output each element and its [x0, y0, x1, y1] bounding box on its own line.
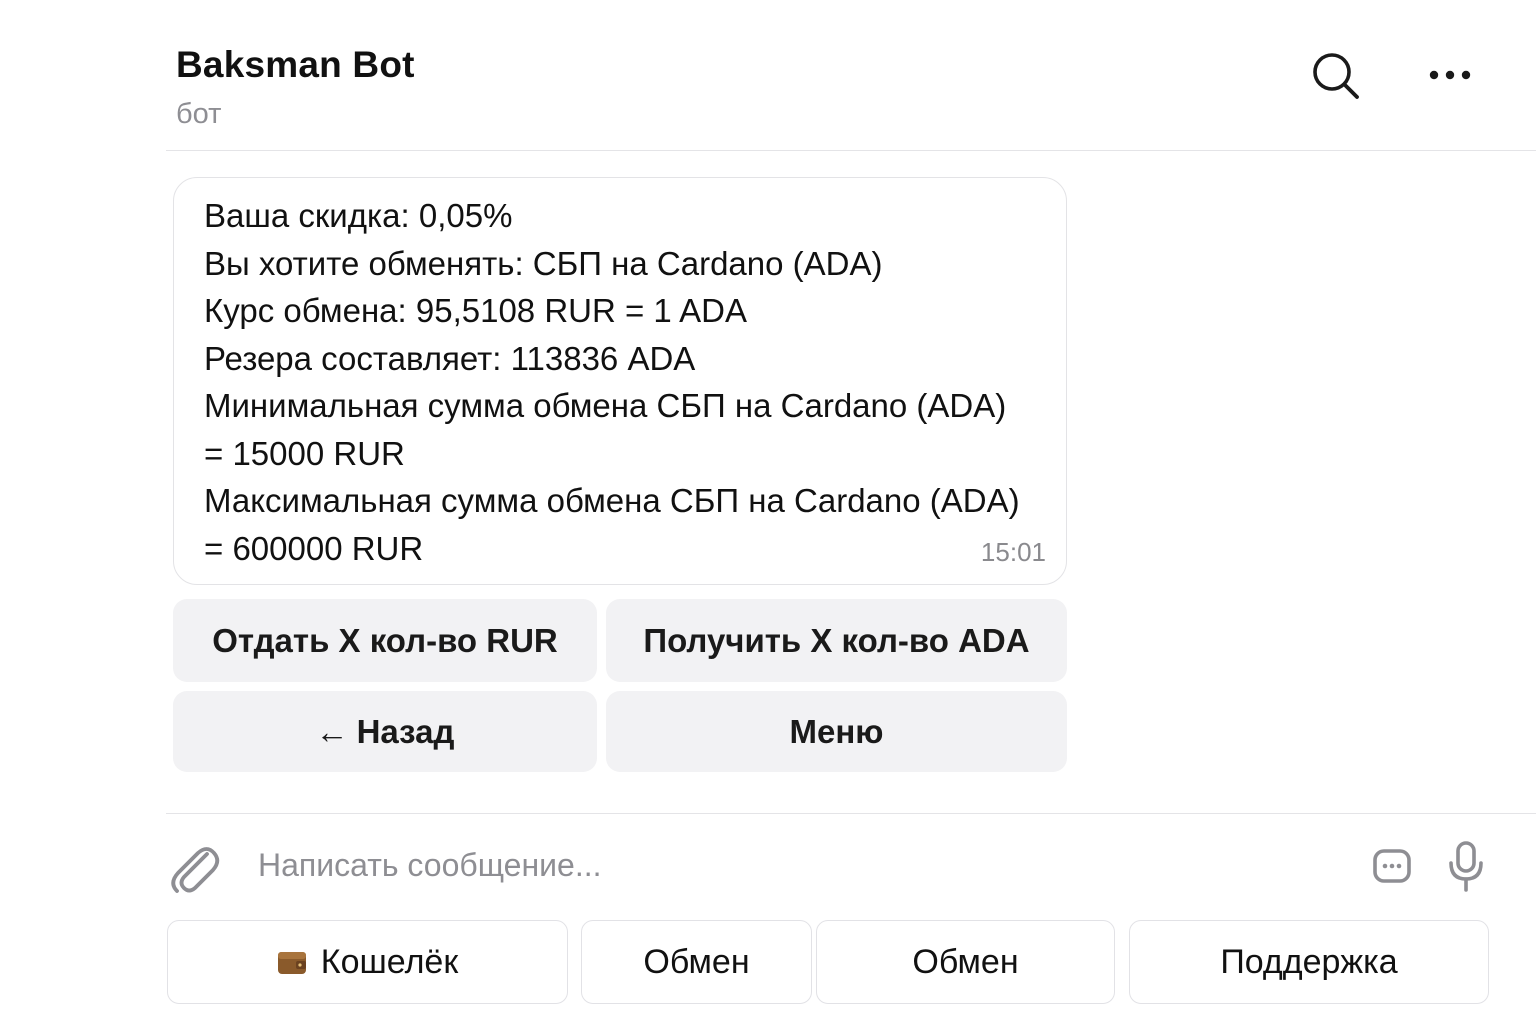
chat-subtitle: бот	[176, 98, 222, 130]
chat-window: Baksman Bot бот Ваша скидка: 0,05% Вы хо…	[0, 0, 1536, 1024]
message-timestamp: 15:01	[980, 537, 1046, 567]
menu-label: Меню	[789, 712, 884, 750]
message-line: Резера составляет: 113836 ADA	[204, 339, 696, 377]
support-label: Поддержка	[1220, 942, 1398, 981]
message-bubble: Ваша скидка: 0,05% Вы хотите обменять: С…	[173, 177, 1067, 585]
support-button[interactable]: Поддержка	[1129, 920, 1489, 1004]
exchange-label: Обмен	[912, 942, 1019, 981]
message-line: Максимальная сумма обмена СБП на Cardano…	[204, 482, 1020, 519]
message-line: Минимальная сумма обмена СБП на Cardano …	[204, 387, 1007, 424]
paperclip-icon[interactable]	[166, 838, 220, 896]
back-label: Назад	[356, 712, 455, 750]
give-rur-label: Отдать X кол-во RUR	[212, 621, 558, 659]
back-button[interactable]: ← Назад	[173, 691, 597, 772]
receive-ada-button[interactable]: Получить X кол-во ADA	[606, 599, 1067, 682]
wallet-label: Кошелёк	[320, 942, 459, 981]
message-line: Ваша скидка: 0,05%	[204, 197, 513, 234]
message-line: Курс обмена: 95,5108 RUR = 1 ADA	[204, 292, 747, 329]
exchange-label: Обмен	[643, 942, 750, 981]
header-divider	[166, 150, 1536, 151]
message-input[interactable]	[248, 836, 1358, 894]
menu-button[interactable]: Меню	[606, 691, 1067, 772]
exchange-button[interactable]: Обмен	[581, 920, 812, 1004]
sticker-icon[interactable]	[1372, 848, 1412, 884]
message-line: = 600000 RUR	[204, 529, 424, 567]
wallet-button[interactable]: Кошелёк	[167, 920, 568, 1004]
wallet-icon	[277, 952, 306, 974]
composer-divider	[166, 813, 1536, 814]
message-text: Ваша скидка: 0,05% Вы хотите обменять: С…	[204, 192, 1054, 572]
search-icon[interactable]	[1310, 50, 1362, 102]
microphone-icon[interactable]	[1446, 840, 1486, 894]
message-line: Вы хотите обменять: СБП на Cardano (ADA)	[204, 244, 883, 282]
exchange-button-2[interactable]: Обмен	[816, 920, 1115, 1004]
message-line: = 15000 RUR	[204, 434, 405, 472]
chat-header: Baksman Bot бот	[0, 0, 1536, 150]
more-icon[interactable]	[1426, 62, 1474, 88]
give-rur-button[interactable]: Отдать X кол-во RUR	[173, 599, 597, 682]
arrow-left-icon: ←	[315, 712, 349, 750]
chat-title[interactable]: Baksman Bot	[176, 44, 415, 86]
receive-ada-label: Получить X кол-во ADA	[643, 621, 1030, 659]
